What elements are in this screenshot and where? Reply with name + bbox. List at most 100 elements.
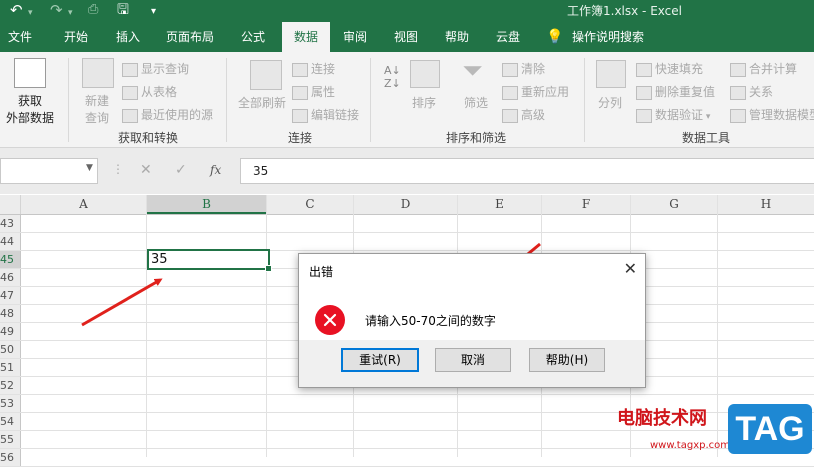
edit-links-button[interactable]: 编辑链接 <box>292 106 359 123</box>
row-header[interactable]: 48 <box>0 305 21 322</box>
ribbon-data: 获取 外部数据 新建 查询 显示查询 从表格 最近使用的源 获取和转换 全部刷新… <box>0 52 814 148</box>
tab-page-layout[interactable]: 页面布局 <box>158 22 222 52</box>
row-header[interactable]: 56 <box>0 449 21 466</box>
consolidate-button[interactable]: 合并计算 <box>730 60 797 77</box>
properties-button[interactable]: 属性 <box>292 83 335 100</box>
formula-input[interactable]: 35 <box>240 158 814 184</box>
cancel-entry-icon[interactable]: ✕ <box>140 158 152 182</box>
name-box[interactable] <box>0 158 98 184</box>
table-icon <box>122 62 138 77</box>
advanced-filter-button[interactable]: 高级 <box>502 106 545 123</box>
column-header-h[interactable]: H <box>718 195 814 214</box>
row-header[interactable]: 49 <box>0 323 21 340</box>
connections-button[interactable]: 连接 <box>292 60 335 77</box>
table-icon <box>122 85 138 100</box>
tab-review[interactable]: 审阅 <box>335 22 375 52</box>
tab-help[interactable]: 帮助 <box>437 22 477 52</box>
fill-handle[interactable] <box>265 265 272 272</box>
column-header-c[interactable]: C <box>267 195 354 214</box>
row-header[interactable]: 51 <box>0 359 21 376</box>
recent-sources-button[interactable]: 最近使用的源 <box>122 106 213 123</box>
relationships-icon <box>730 85 746 100</box>
show-queries-button[interactable]: 显示查询 <box>122 60 189 77</box>
reapply-button[interactable]: 重新应用 <box>502 83 569 100</box>
row-header[interactable]: 54 <box>0 413 21 430</box>
text-to-columns-button[interactable]: 分列 <box>598 94 622 111</box>
refresh-all-button[interactable]: 全部刷新 <box>232 94 292 111</box>
retry-button[interactable]: 重试(R) <box>341 348 419 372</box>
watermark-logo: TAG <box>728 404 812 454</box>
chevron-down-icon[interactable]: ▼ <box>86 163 93 173</box>
watermark-url: www.tagxp.com <box>650 440 730 451</box>
redo-icon[interactable]: ↷ <box>50 1 63 19</box>
customize-toolbar-icon[interactable]: ▾ <box>151 3 156 21</box>
row-header[interactable]: 45 <box>0 251 21 268</box>
close-icon[interactable]: ✕ <box>624 260 637 278</box>
column-header-d[interactable]: D <box>354 195 458 214</box>
from-table-label: 从表格 <box>141 85 178 99</box>
redo-dropdown-icon[interactable]: ▾ <box>68 4 73 22</box>
column-header-a[interactable]: A <box>21 195 147 214</box>
get-external-data-button[interactable]: 获取 外部数据 <box>2 92 58 126</box>
print-preview-icon[interactable]: ⎙ <box>88 1 98 19</box>
cancel-button[interactable]: 取消 <box>435 348 511 372</box>
insert-function-icon[interactable]: fx <box>210 158 221 182</box>
confirm-entry-icon[interactable]: ✓ <box>175 158 187 182</box>
row-header[interactable]: 53 <box>0 395 21 412</box>
tab-view[interactable]: 视图 <box>386 22 426 52</box>
select-all-corner[interactable] <box>0 195 21 214</box>
tab-data[interactable]: 数据 <box>282 22 330 52</box>
active-cell-b45[interactable]: 35 <box>147 249 270 270</box>
get-external-label-1: 获取 <box>17 94 42 108</box>
row-header[interactable]: 55 <box>0 431 21 448</box>
data-validation-dropdown-icon[interactable]: ▾ <box>703 112 711 122</box>
column-header-g[interactable]: G <box>631 195 718 214</box>
column-header-f[interactable]: F <box>542 195 631 214</box>
tab-home[interactable]: 开始 <box>55 22 97 52</box>
new-query-button[interactable]: 新建 查询 <box>74 92 120 126</box>
remove-duplicates-button[interactable]: 删除重复值 <box>636 83 715 100</box>
tab-formulas[interactable]: 公式 <box>232 22 274 52</box>
watermark-text: 电脑技术网 <box>617 408 707 429</box>
tab-cloud[interactable]: 云盘 <box>488 22 528 52</box>
ribbon-separator <box>226 58 227 142</box>
flash-fill-button[interactable]: 快速填充 <box>636 60 703 77</box>
dialog-title: 出错 <box>309 265 334 279</box>
manage-data-model-button[interactable]: 管理数据模型 <box>730 106 814 123</box>
from-table-button[interactable]: 从表格 <box>122 83 177 100</box>
group-get-transform: 获取和转换 <box>118 131 179 145</box>
error-dialog: 出错 ✕ 请输入50-70之间的数字 重试(R) 取消 帮助(H) <box>298 253 646 388</box>
row-header[interactable]: 52 <box>0 377 21 394</box>
edit-links-label: 编辑链接 <box>311 108 360 122</box>
row-header[interactable]: 43 <box>0 215 21 232</box>
remove-duplicates-label: 删除重复值 <box>655 85 716 99</box>
row-header[interactable]: 44 <box>0 233 21 250</box>
tab-insert[interactable]: 插入 <box>108 22 148 52</box>
ribbon-tabs: 文件 开始 插入 页面布局 公式 数据 审阅 视图 帮助 云盘 💡 操作说明搜索 <box>0 22 814 52</box>
row-header[interactable]: 50 <box>0 341 21 358</box>
undo-dropdown-icon[interactable]: ▾ <box>28 4 33 22</box>
tell-me-search[interactable]: 操作说明搜索 <box>572 22 652 52</box>
data-validation-button[interactable]: 数据验证 ▾ <box>636 106 710 123</box>
ribbon-separator <box>370 58 371 142</box>
data-validation-icon <box>636 108 652 123</box>
tab-file[interactable]: 文件 <box>0 22 40 52</box>
column-header-b[interactable]: B <box>147 195 267 214</box>
save-icon[interactable]: 🖫 <box>117 1 129 19</box>
column-headers: A B C D E F G H <box>0 195 814 215</box>
reapply-label: 重新应用 <box>521 85 570 99</box>
row-header[interactable]: 46 <box>0 269 21 286</box>
lightbulb-icon: 💡 <box>546 29 564 45</box>
help-button[interactable]: 帮助(H) <box>529 348 605 372</box>
relationships-button[interactable]: 关系 <box>730 83 773 100</box>
undo-icon[interactable]: ↶ <box>10 1 23 19</box>
filter-button[interactable]: 筛选 <box>464 94 488 111</box>
consolidate-label: 合并计算 <box>749 62 798 76</box>
sort-button[interactable]: 排序 <box>412 94 436 111</box>
sort-az-icon[interactable]: A↓ Z↓ <box>384 64 401 90</box>
clear-button[interactable]: 清除 <box>502 60 545 77</box>
column-header-e[interactable]: E <box>458 195 542 214</box>
formula-value: 35 <box>253 164 269 178</box>
row-header[interactable]: 47 <box>0 287 21 304</box>
formula-bar-grip-icon: ⋮ <box>112 162 124 176</box>
